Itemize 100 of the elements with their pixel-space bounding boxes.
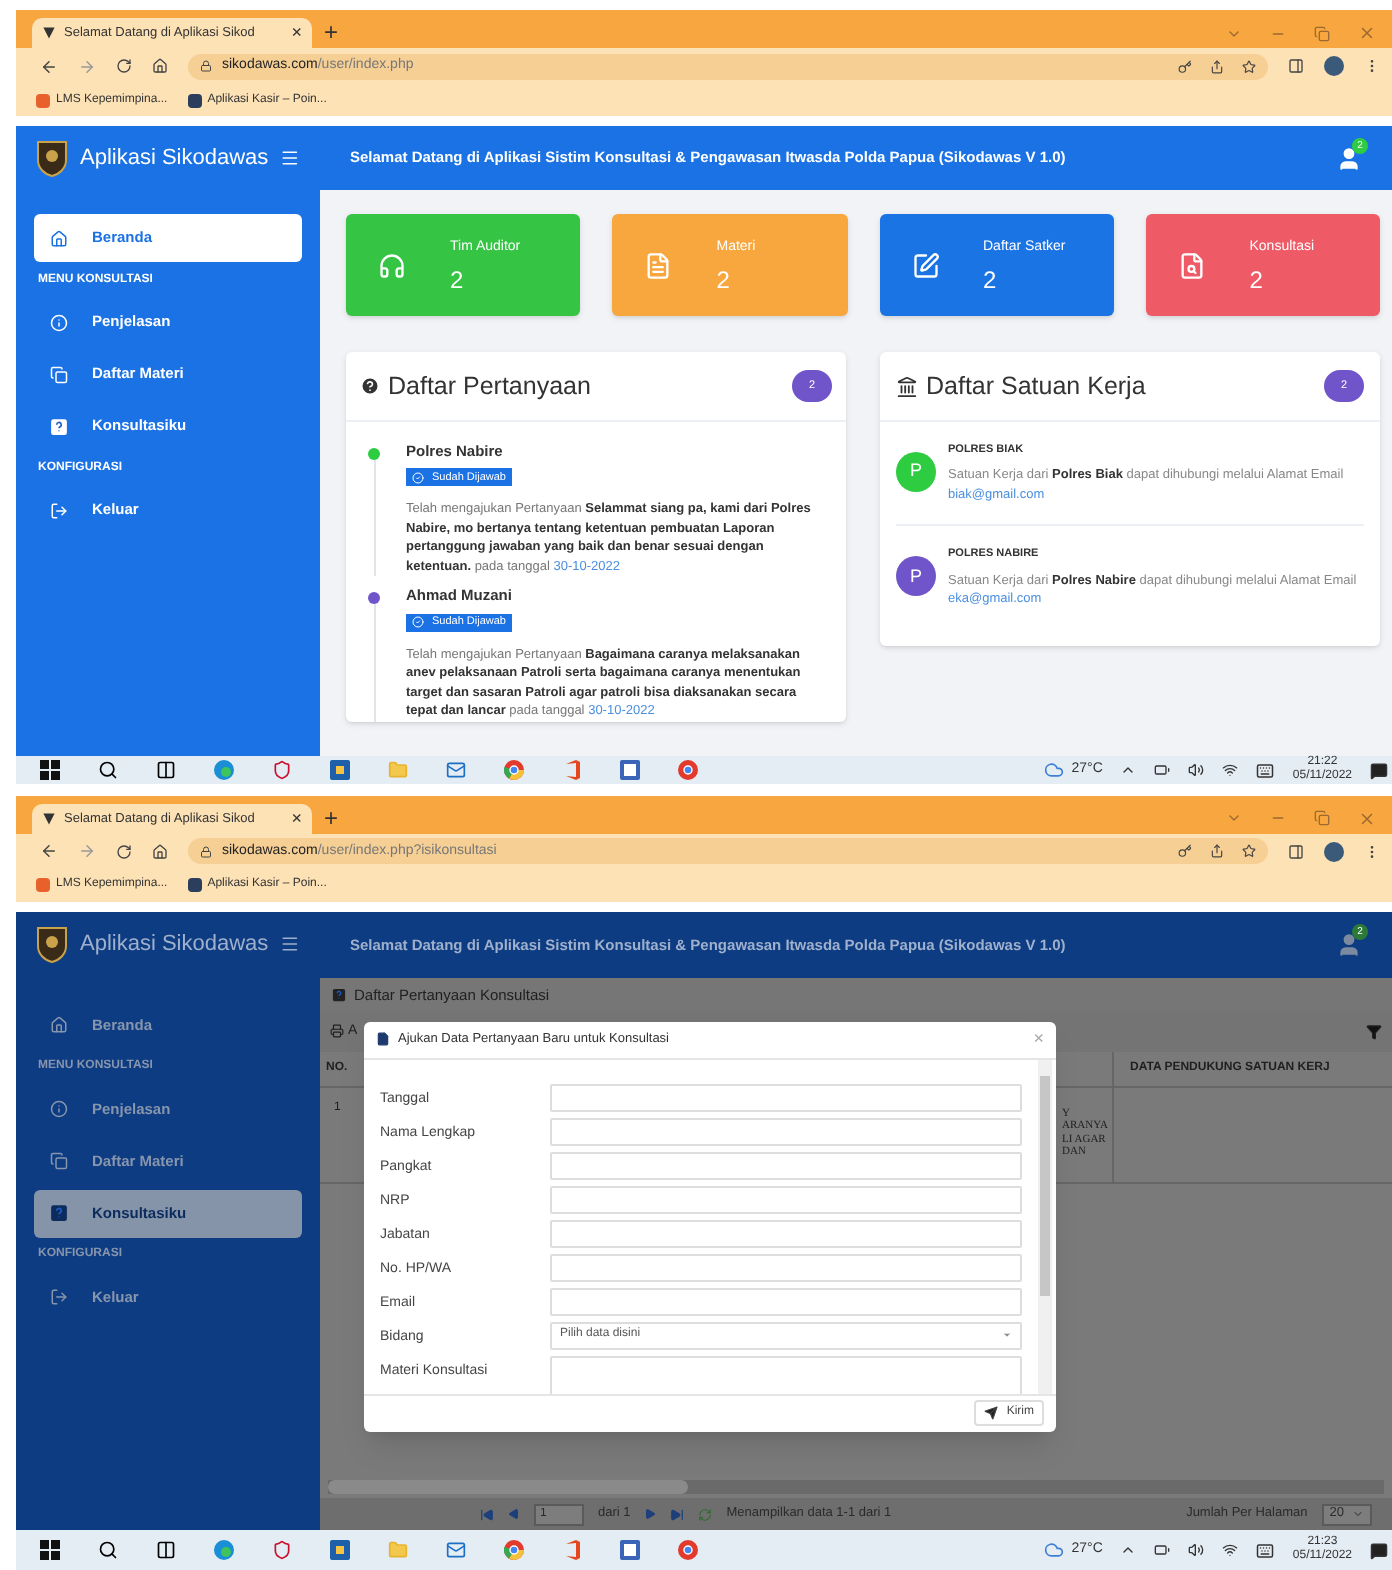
- restore-icon[interactable]: [1314, 810, 1330, 827]
- wave-logo-icon[interactable]: [214, 760, 234, 780]
- police-emblem-icon: [36, 138, 68, 178]
- menu-icon[interactable]: [280, 146, 300, 170]
- new-tab-button[interactable]: +: [324, 803, 339, 834]
- input-field[interactable]: [550, 1253, 1022, 1282]
- battery-icon: [1154, 762, 1171, 778]
- input-field[interactable]: [550, 1083, 1022, 1112]
- horizontal-scrollbar[interactable]: [328, 1480, 1384, 1495]
- send-icon: [984, 1406, 999, 1421]
- avatar: P: [896, 556, 936, 597]
- info-icon: [50, 1100, 68, 1119]
- key-icon[interactable]: [1178, 59, 1192, 73]
- input-field[interactable]: [550, 1287, 1022, 1316]
- store-bag-icon[interactable]: [330, 1540, 350, 1561]
- profile-avatar[interactable]: [1324, 841, 1344, 862]
- window-app-icon[interactable]: [620, 1540, 640, 1561]
- panel-title: Daftar Satuan Kerja: [926, 369, 1146, 404]
- input-field[interactable]: [550, 1185, 1022, 1214]
- user-icon[interactable]: [1336, 931, 1362, 958]
- round-logo-icon[interactable]: [504, 1540, 524, 1561]
- envelope-icon[interactable]: [446, 760, 466, 780]
- input-field[interactable]: [550, 1117, 1022, 1146]
- new-tab-button[interactable]: +: [324, 18, 339, 48]
- windows-logo-icon[interactable]: [40, 1540, 60, 1561]
- letter-logo-icon: [187, 878, 202, 893]
- keyboard-icon: [1256, 1541, 1275, 1560]
- vertical-scrollbar[interactable]: [1038, 1059, 1052, 1394]
- envelope-icon[interactable]: [446, 1540, 466, 1561]
- home-icon: [50, 1016, 68, 1035]
- wave-logo-icon[interactable]: [214, 1540, 234, 1561]
- user-icon[interactable]: [1336, 145, 1362, 171]
- task-view-icon[interactable]: [156, 760, 176, 780]
- reload-icon[interactable]: [116, 843, 132, 860]
- key-icon[interactable]: [1178, 844, 1192, 859]
- documents-icon: [50, 1152, 68, 1171]
- round-logo-icon[interactable]: [678, 1540, 698, 1561]
- letter-logo-icon: [187, 93, 202, 107]
- input-field[interactable]: [550, 1219, 1022, 1248]
- back-icon[interactable]: [40, 842, 58, 861]
- filter-icon[interactable]: [1366, 1023, 1382, 1040]
- store-bag-icon[interactable]: [330, 760, 350, 780]
- shield-icon[interactable]: [272, 760, 292, 780]
- tab-close-button[interactable]: ×: [291, 805, 302, 833]
- panel-title: Daftar Pertanyaan: [388, 369, 591, 404]
- stat-value: 2: [716, 267, 732, 292]
- forward-icon[interactable]: [78, 57, 96, 75]
- input-field[interactable]: [550, 1151, 1022, 1180]
- close-icon[interactable]: [1358, 24, 1376, 42]
- round-logo-icon[interactable]: [678, 760, 698, 780]
- round-logo-icon[interactable]: [504, 760, 524, 780]
- forward-icon[interactable]: [78, 842, 96, 861]
- menu-icon[interactable]: [280, 932, 300, 957]
- star-icon[interactable]: [1242, 59, 1256, 73]
- lock-icon: [200, 845, 212, 858]
- notifications-icon[interactable]: [1370, 761, 1388, 779]
- windows-logo-icon[interactable]: [40, 760, 60, 780]
- home-icon[interactable]: [152, 58, 168, 74]
- side-panel-icon[interactable]: [1288, 58, 1304, 74]
- caret-icon: [1002, 1330, 1012, 1341]
- office-logo-icon[interactable]: [562, 1540, 582, 1561]
- question-icon: [50, 417, 68, 435]
- search-icon[interactable]: [98, 760, 118, 780]
- office-logo-icon[interactable]: [562, 760, 582, 780]
- stat-value: 2: [450, 267, 466, 292]
- avatar: P: [896, 452, 936, 492]
- side-panel-icon[interactable]: [1288, 843, 1304, 860]
- pen-card-icon: [911, 251, 939, 279]
- close-icon[interactable]: [1358, 809, 1376, 828]
- network-icon: [1222, 762, 1239, 778]
- star-icon[interactable]: [1242, 844, 1256, 859]
- question-icon: [332, 987, 346, 1002]
- question-icon: [50, 1204, 68, 1223]
- network-icon: [1222, 1542, 1239, 1559]
- profile-avatar[interactable]: [1324, 56, 1344, 76]
- logout-icon: [50, 501, 68, 519]
- speaker-icon: [1188, 762, 1205, 778]
- back-icon[interactable]: [40, 57, 58, 75]
- speaker-icon: [1188, 1542, 1205, 1559]
- reload-icon[interactable]: [116, 58, 132, 74]
- window-app-icon[interactable]: [620, 760, 640, 780]
- document-icon: [376, 1032, 390, 1047]
- info-icon: [50, 313, 68, 331]
- notifications-icon[interactable]: [1370, 1541, 1388, 1560]
- task-view-icon[interactable]: [156, 1540, 176, 1561]
- keyboard-icon: [1256, 761, 1275, 779]
- app-name: Aplikasi Sikodawas: [80, 143, 269, 174]
- share-icon[interactable]: [1210, 59, 1224, 73]
- share-icon[interactable]: [1210, 844, 1224, 859]
- search-icon[interactable]: [98, 1540, 118, 1561]
- chevron-up-icon[interactable]: [1120, 762, 1137, 778]
- shield-icon[interactable]: [272, 1540, 292, 1561]
- close-button[interactable]: ×: [1033, 1026, 1044, 1054]
- home-icon[interactable]: [152, 843, 168, 860]
- check-icon: [412, 616, 424, 628]
- tab-close-button[interactable]: ×: [291, 19, 302, 47]
- home-icon: [50, 229, 68, 247]
- flower-logo-icon: [36, 93, 50, 107]
- restore-icon[interactable]: [1314, 25, 1330, 41]
- documents-icon: [50, 365, 68, 383]
